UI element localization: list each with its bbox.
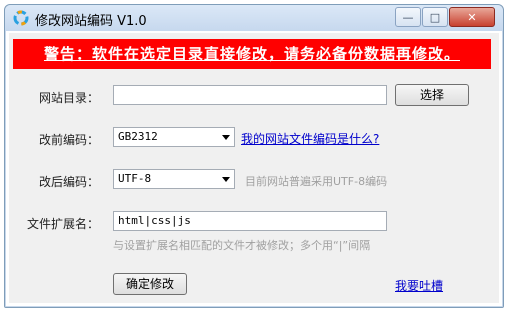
title-bar[interactable]: 修改网站编码 V1.0 — □ ✕ xyxy=(5,5,503,31)
chevron-down-icon xyxy=(222,135,230,140)
close-button[interactable]: ✕ xyxy=(449,7,495,27)
after-encoding-label: 改后编码： xyxy=(38,175,99,189)
maximize-button[interactable]: □ xyxy=(422,7,448,27)
encoding-help-link[interactable]: 我的网站文件编码是什么? xyxy=(241,130,379,147)
maximize-icon: □ xyxy=(429,10,441,24)
window-title: 修改网站编码 V1.0 xyxy=(35,14,147,29)
app-window: 修改网站编码 V1.0 — □ ✕ 警告：软件在选定目录直接修改，请务必备份数据… xyxy=(4,4,504,308)
site-dir-label: 网站目录： xyxy=(38,91,99,105)
after-encoding-select[interactable]: UTF-8 xyxy=(113,169,235,189)
after-encoding-value: UTF-8 xyxy=(118,172,152,185)
before-encoding-select[interactable]: GB2312 xyxy=(113,127,235,147)
close-icon: ✕ xyxy=(467,10,477,24)
extensions-input[interactable]: html|css|js xyxy=(113,211,387,231)
extensions-label: 文件扩展名： xyxy=(26,217,99,231)
encoding-note: 目前网站普遍采用UTF-8编码 xyxy=(245,175,388,188)
minimize-icon: — xyxy=(402,10,414,24)
warning-banner: 警告：软件在选定目录直接修改，请务必备份数据再修改。 xyxy=(13,39,491,69)
browse-button[interactable]: 选择 xyxy=(395,84,469,106)
dialog-body: 警告：软件在选定目录直接修改，请务必备份数据再修改。 网站目录： 选择 改前编码… xyxy=(9,33,499,303)
confirm-button[interactable]: 确定修改 xyxy=(113,273,187,295)
chevron-down-icon xyxy=(222,177,230,182)
extensions-hint: 与设置扩展名相匹配的文件才被修改；多个用“|”间隔 xyxy=(113,239,371,252)
minimize-button[interactable]: — xyxy=(395,7,421,27)
site-dir-input[interactable] xyxy=(113,85,387,105)
app-logo-icon xyxy=(13,10,29,26)
before-encoding-label: 改前编码： xyxy=(38,133,99,147)
feedback-link[interactable]: 我要吐槽 xyxy=(395,277,443,294)
before-encoding-value: GB2312 xyxy=(118,130,158,143)
